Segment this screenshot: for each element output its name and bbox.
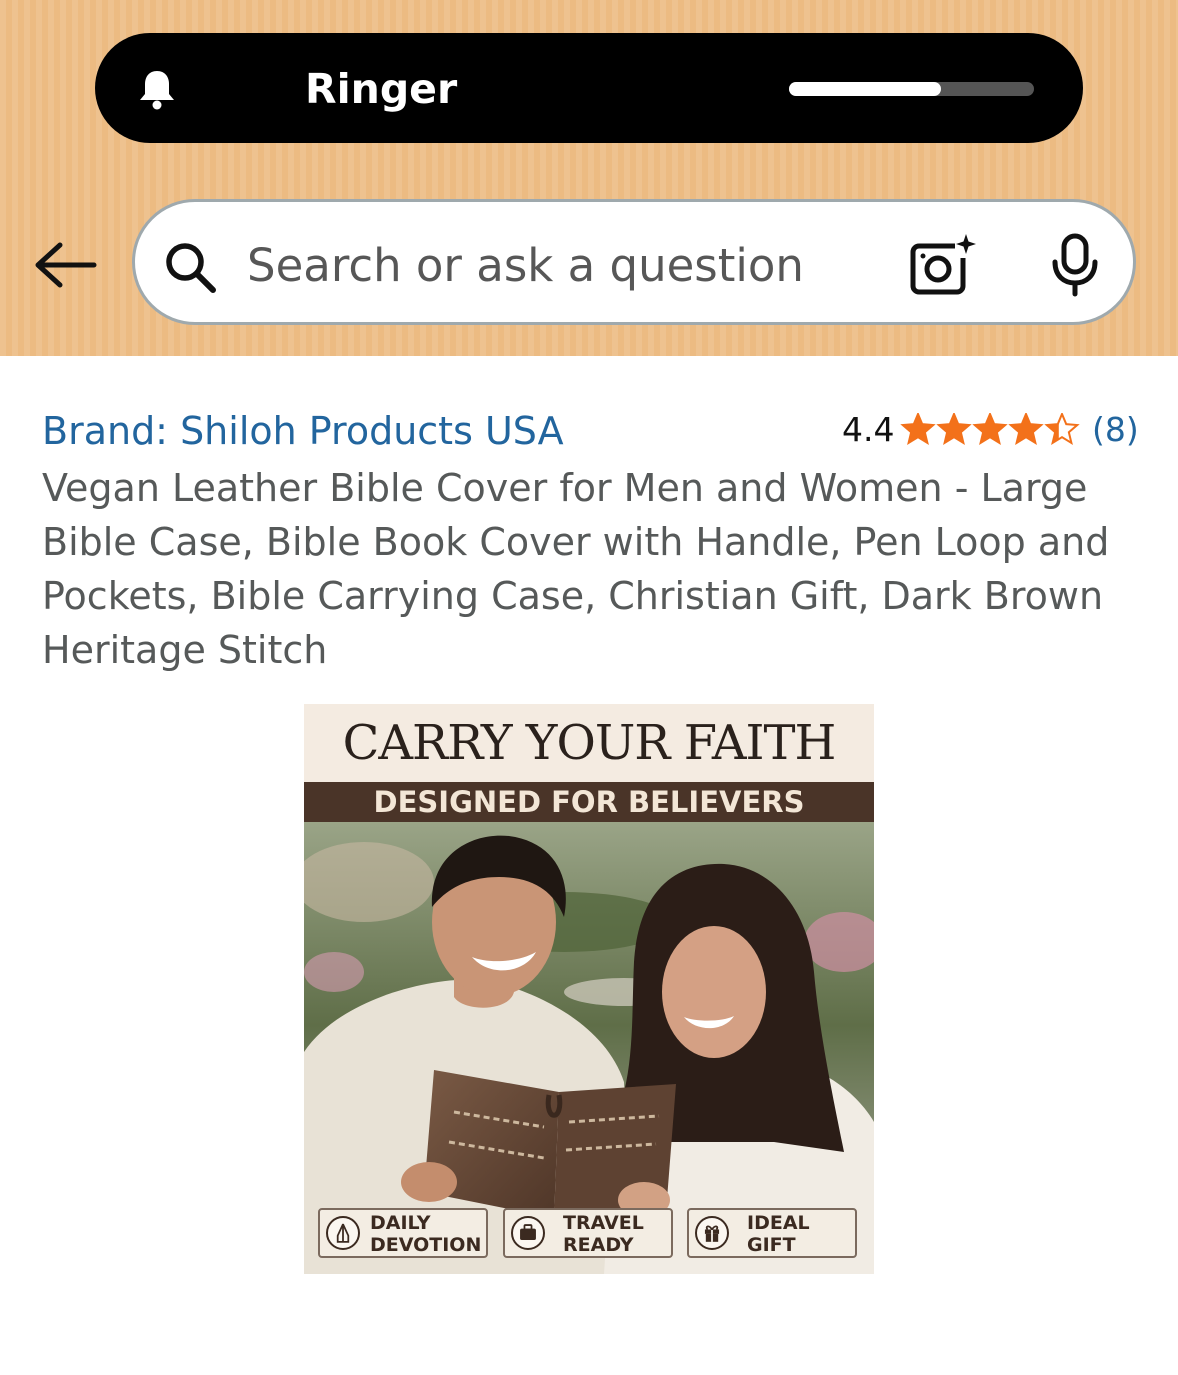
search-input[interactable]: Search or ask a question [247, 238, 804, 294]
rating-count-link[interactable]: (8) [1092, 408, 1139, 452]
image-subheadline: DESIGNED FOR BELIEVERS [373, 785, 805, 819]
search-icon [166, 243, 216, 293]
microphone-icon[interactable] [1047, 232, 1103, 298]
badge-daily-devotion-text: DAILY DEVOTION [370, 1212, 482, 1256]
ringer-volume-fill [789, 82, 941, 96]
rating-summary[interactable]: 4.4 (8) [842, 406, 1142, 454]
back-arrow-icon[interactable] [32, 240, 98, 290]
product-title: Vegan Leather Bible Cover for Men and Wo… [42, 466, 1110, 672]
badge-ideal-gift: IDEAL GIFT [687, 1208, 857, 1258]
app-header: Ringer Search or ask a question [0, 0, 1178, 356]
ringer-banner: Ringer [95, 33, 1083, 143]
suitcase-icon [511, 1216, 545, 1250]
badge-daily-devotion: DAILY DEVOTION [318, 1208, 488, 1258]
star-fill [1010, 414, 1042, 443]
gift-icon [695, 1216, 729, 1250]
brand-link[interactable]: Brand: Shiloh Products USA [42, 406, 564, 456]
badge-travel-ready: TRAVEL READY [503, 1208, 673, 1258]
rating-value: 4.4 [842, 410, 895, 449]
star-rating [900, 413, 1080, 446]
bell-icon [140, 71, 174, 110]
badge-ideal-gift-text: IDEAL GIFT [747, 1212, 810, 1256]
praying-hands-icon [326, 1216, 360, 1250]
star-fill [938, 414, 970, 443]
image-headline: CARRY YOUR FAITH [342, 715, 837, 771]
product-image[interactable]: CARRY YOUR FAITH DESIGNED FOR BELIEVERS [304, 704, 874, 1274]
couple-reading-bible-photo [304, 822, 874, 1274]
ringer-volume-bar [789, 82, 1034, 96]
camera-search-icon[interactable] [909, 232, 979, 298]
search-bar[interactable]: Search or ask a question [132, 199, 1136, 325]
badge-travel-ready-text: TRAVEL READY [563, 1212, 644, 1256]
ringer-label: Ringer [305, 65, 458, 113]
star-fill [902, 414, 934, 443]
star-fill [974, 414, 1006, 443]
